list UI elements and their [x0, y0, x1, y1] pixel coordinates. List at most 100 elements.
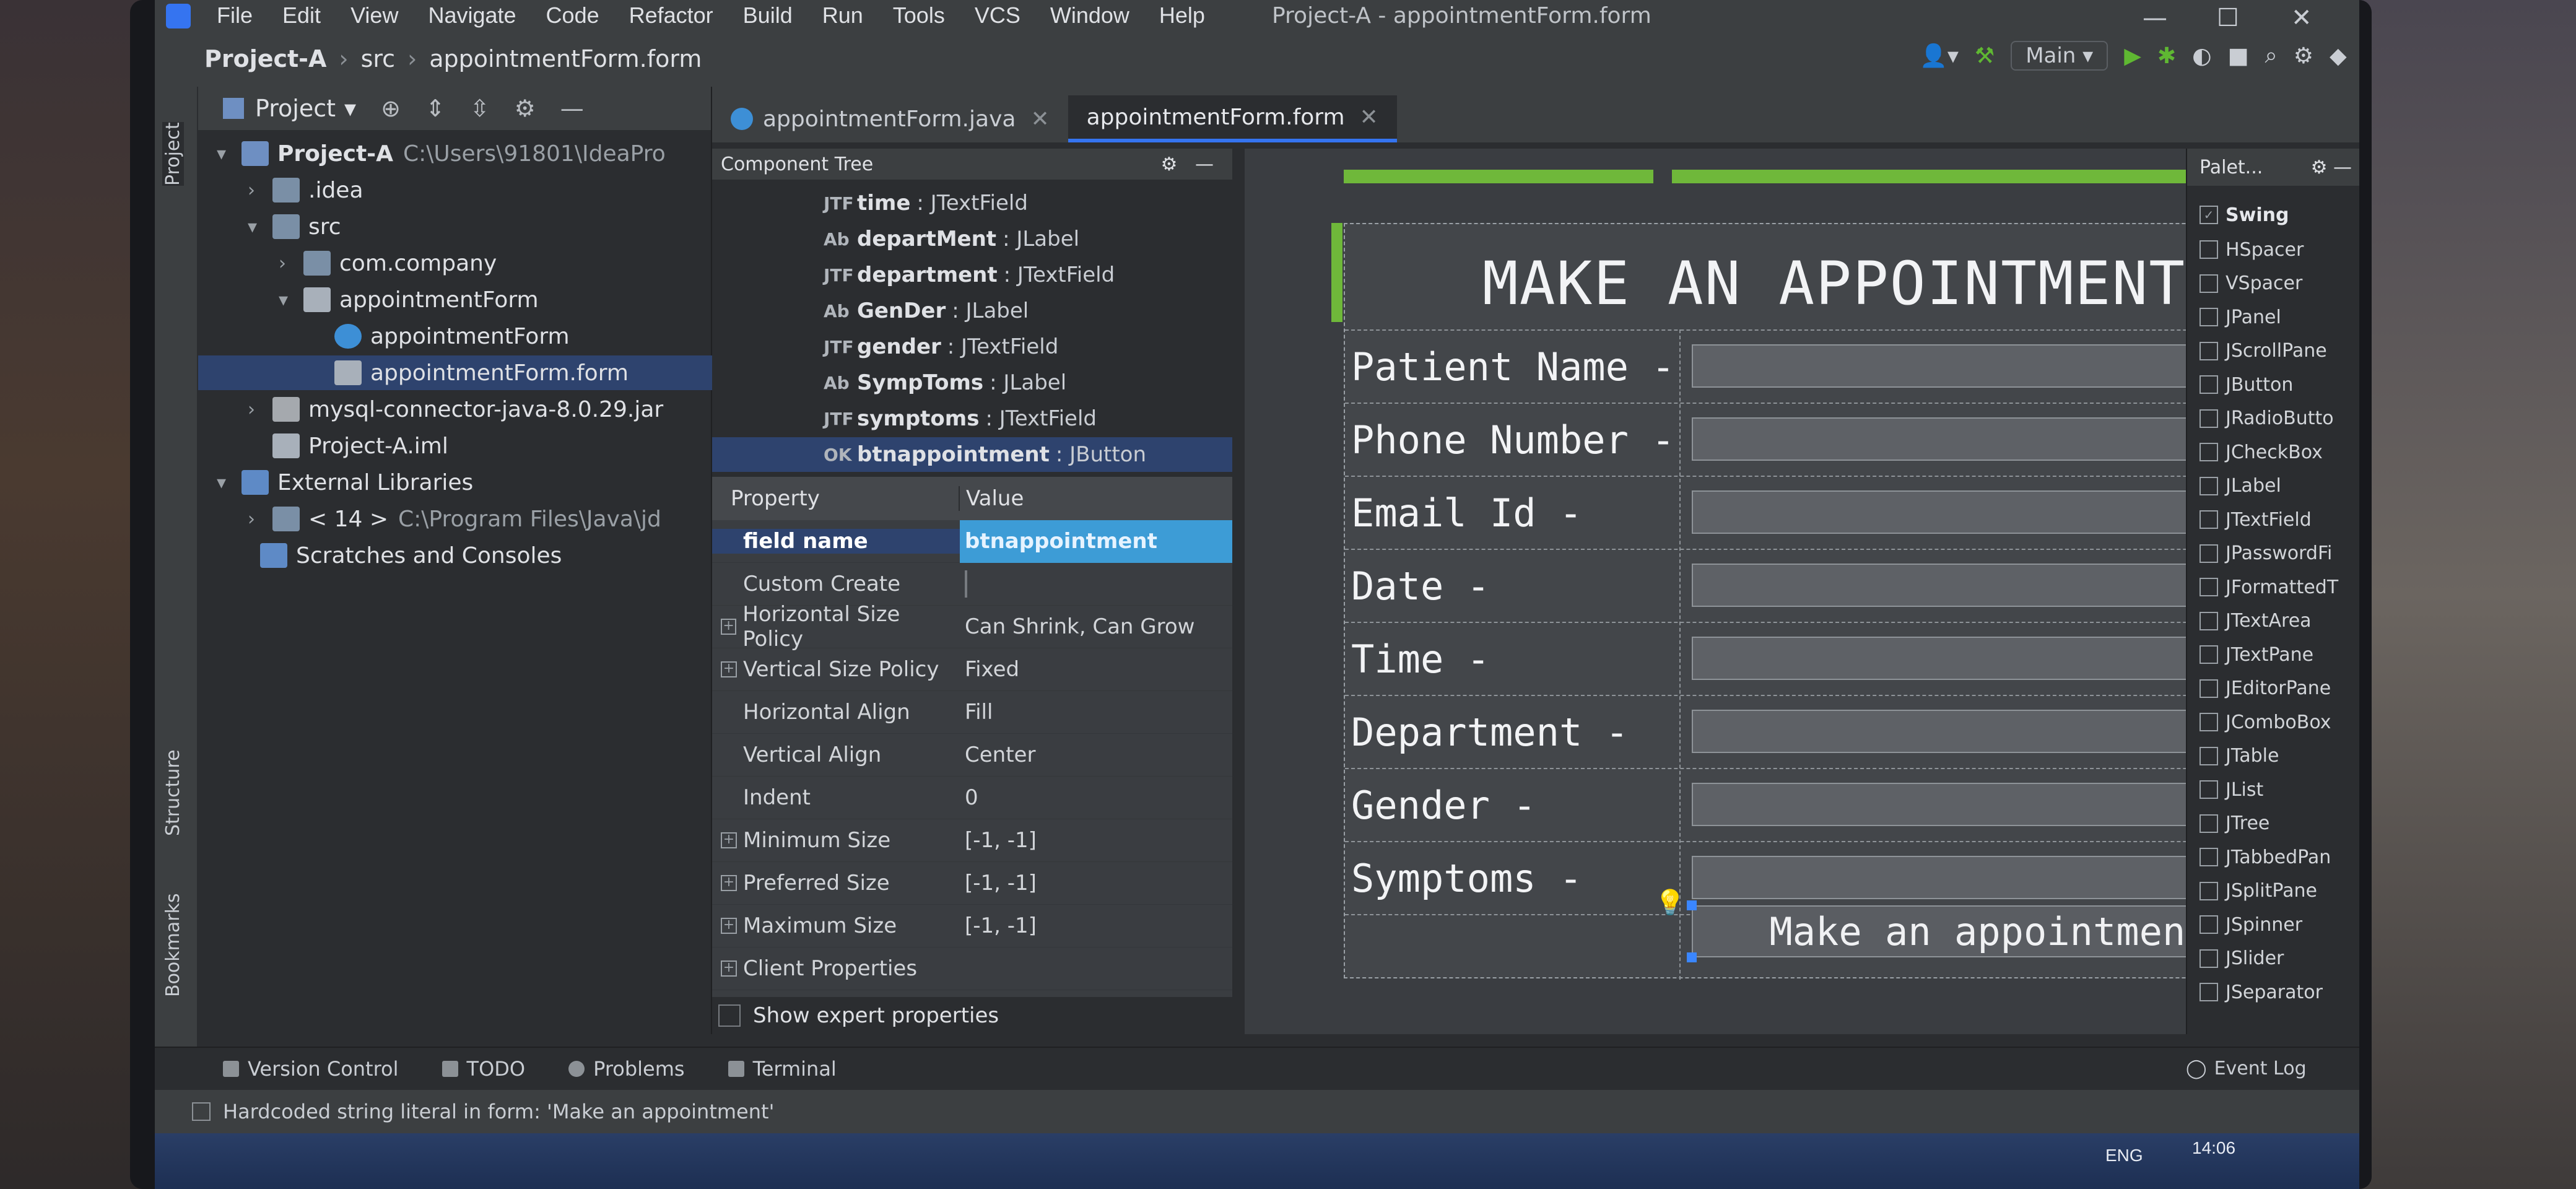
run-icon[interactable]: ▶: [2124, 43, 2141, 69]
palette-item[interactable]: JTextField: [2200, 503, 2312, 536]
palette-item[interactable]: JTree: [2200, 807, 2269, 840]
component-tree-item[interactable]: JTF symptoms: JTextField: [712, 401, 1232, 436]
project-tree-item[interactable]: Project-A.iml: [198, 429, 712, 463]
property-row[interactable]: Horizontal Align Fill: [712, 691, 1232, 734]
project-panel-title[interactable]: Project: [255, 95, 336, 122]
palette-item[interactable]: JComboBox: [2200, 705, 2331, 739]
palette-group-swing[interactable]: ✓ Swing: [2200, 198, 2289, 232]
todo-tool[interactable]: TODO: [442, 1057, 525, 1081]
appointment-form-panel[interactable]: MAKE AN APPOINTMENT Patient Name - Phone …: [1344, 223, 2323, 980]
run-config-select[interactable]: Main ▾: [2011, 41, 2108, 71]
collapse-all-icon[interactable]: ⇳: [470, 95, 490, 122]
property-row[interactable]: + Client Properties: [712, 947, 1232, 990]
palette-item[interactable]: JFormattedT: [2200, 570, 2338, 604]
breadcrumb-project[interactable]: Project-A: [204, 45, 326, 72]
gear-icon[interactable]: ⚙ —: [1160, 154, 1214, 175]
structure-tool-tab[interactable]: Structure: [162, 749, 184, 836]
property-row[interactable]: + Minimum Size [-1, -1]: [712, 819, 1232, 862]
expand-icon[interactable]: +: [721, 619, 737, 635]
breadcrumb-file[interactable]: appointmentForm.form: [429, 45, 702, 72]
plugin-icon[interactable]: ◆: [2330, 43, 2347, 69]
expand-icon[interactable]: +: [721, 832, 737, 848]
property-row[interactable]: Vertical Align Center: [712, 734, 1232, 777]
palette-item[interactable]: JScrollPane: [2200, 334, 2327, 368]
locate-icon[interactable]: ⊕: [381, 95, 401, 122]
chevron-icon[interactable]: ▾: [217, 472, 242, 494]
hide-icon[interactable]: —: [560, 95, 584, 122]
menu-refactor[interactable]: Refactor: [629, 2, 713, 28]
chevron-icon[interactable]: ›: [248, 508, 272, 530]
project-tool-tab[interactable]: Project: [162, 122, 184, 186]
component-tree-item[interactable]: Ab GenDer: JLabel: [712, 294, 1232, 328]
project-tree-item[interactable]: ▾ External Libraries: [198, 465, 712, 500]
show-expert-toggle[interactable]: Show expert properties: [712, 997, 1232, 1034]
palette-item[interactable]: JButton: [2200, 368, 2293, 401]
menu-run[interactable]: Run: [822, 2, 863, 28]
palette-item[interactable]: JRadioButto: [2200, 402, 2334, 435]
minimize-icon[interactable]: —: [2143, 4, 2167, 32]
project-tree-item[interactable]: ▾ src: [198, 209, 712, 244]
form-field-label[interactable]: Time -: [1351, 637, 1490, 682]
maximize-icon[interactable]: ☐: [2217, 4, 2239, 32]
palette-item[interactable]: JLabel: [2200, 469, 2281, 503]
project-tree-item[interactable]: › com.company: [198, 246, 712, 281]
expand-icon[interactable]: +: [721, 661, 737, 677]
close-window-icon[interactable]: ✕: [2291, 4, 2312, 32]
menu-vcs[interactable]: VCS: [975, 2, 1020, 28]
component-tree-item[interactable]: JTF gender: JTextField: [712, 329, 1232, 364]
form-designer-canvas[interactable]: MAKE AN APPOINTMENT Patient Name - Phone …: [1245, 149, 2347, 1034]
palette-item[interactable]: JTable: [2200, 739, 2279, 773]
menu-navigate[interactable]: Navigate: [428, 2, 516, 28]
resize-handle[interactable]: [1687, 952, 1697, 962]
project-tree-item[interactable]: Scratches and Consoles: [198, 538, 712, 573]
menu-code[interactable]: Code: [546, 2, 599, 28]
property-value[interactable]: [-1, -1]: [960, 913, 1037, 938]
property-row[interactable]: Indent 0: [712, 777, 1232, 819]
palette-item[interactable]: JPasswordFi: [2200, 537, 2332, 570]
form-field-label[interactable]: Gender -: [1351, 783, 1536, 828]
custom-create-checkbox[interactable]: [965, 570, 967, 598]
palette-item[interactable]: JSlider: [2200, 942, 2284, 975]
palette-item[interactable]: HSpacer: [2200, 233, 2304, 266]
expand-icon[interactable]: +: [721, 918, 737, 934]
settings-gear-icon[interactable]: ⚙: [2294, 43, 2313, 69]
palette-item[interactable]: JTabbedPan: [2200, 840, 2331, 874]
project-tree-item[interactable]: appointmentForm.form: [198, 355, 712, 390]
version-control-tool[interactable]: Version Control: [223, 1057, 399, 1081]
palette-item[interactable]: JEditorPane: [2200, 672, 2331, 705]
chevron-icon[interactable]: ›: [248, 399, 272, 420]
language-indicator[interactable]: ENG: [2105, 1146, 2143, 1165]
menu-window[interactable]: Window: [1050, 2, 1129, 28]
gear-icon[interactable]: ⚙ —: [2311, 157, 2352, 178]
lightbulb-icon[interactable]: 💡: [1655, 888, 1686, 917]
property-row[interactable]: + Horizontal Size Policy Can Shrink, Can G…: [712, 602, 1232, 651]
menu-build[interactable]: Build: [743, 2, 793, 28]
project-tree-item[interactable]: ▾ Project-A C:\Users\91801\IdeaPro: [198, 136, 712, 171]
coverage-icon[interactable]: ◐: [2192, 43, 2211, 69]
project-tree-item[interactable]: › < 14 > C:\Program Files\Java\jd: [198, 502, 712, 536]
property-row[interactable]: + Maximum Size [-1, -1]: [712, 905, 1232, 947]
property-value[interactable]: btnappointment: [960, 520, 1232, 563]
menu-edit[interactable]: Edit: [282, 2, 321, 28]
breadcrumb-src[interactable]: src: [361, 45, 395, 72]
form-field-label[interactable]: Email Id -: [1351, 490, 1582, 536]
tab-appointmentform-java[interactable]: appointmentForm.java ✕: [712, 95, 1068, 142]
clock[interactable]: 14:06: [2192, 1138, 2235, 1158]
expand-icon[interactable]: +: [721, 875, 737, 891]
palette-item[interactable]: JPanel: [2200, 300, 2281, 334]
project-tree-item[interactable]: › .idea: [198, 173, 712, 207]
component-tree-item[interactable]: Ab departMent: JLabel: [712, 222, 1232, 256]
problems-tool[interactable]: Problems: [568, 1057, 685, 1081]
tab-appointmentform-form[interactable]: appointmentForm.form ✕: [811, 95, 1397, 183]
form-field-label[interactable]: Department -: [1351, 710, 1629, 755]
close-icon[interactable]: ✕: [1030, 107, 1049, 132]
chevron-icon[interactable]: ▾: [248, 216, 272, 238]
chevron-down-icon[interactable]: ▾: [344, 95, 356, 122]
palette-item[interactable]: VSpacer: [2200, 267, 2302, 300]
menu-view[interactable]: View: [350, 2, 398, 28]
resize-handle[interactable]: [1687, 900, 1697, 910]
form-field-label[interactable]: Phone Number -: [1351, 417, 1675, 463]
palette-item[interactable]: JList: [2200, 773, 2263, 806]
property-value[interactable]: [-1, -1]: [960, 871, 1037, 895]
property-value[interactable]: Center: [960, 743, 1035, 767]
